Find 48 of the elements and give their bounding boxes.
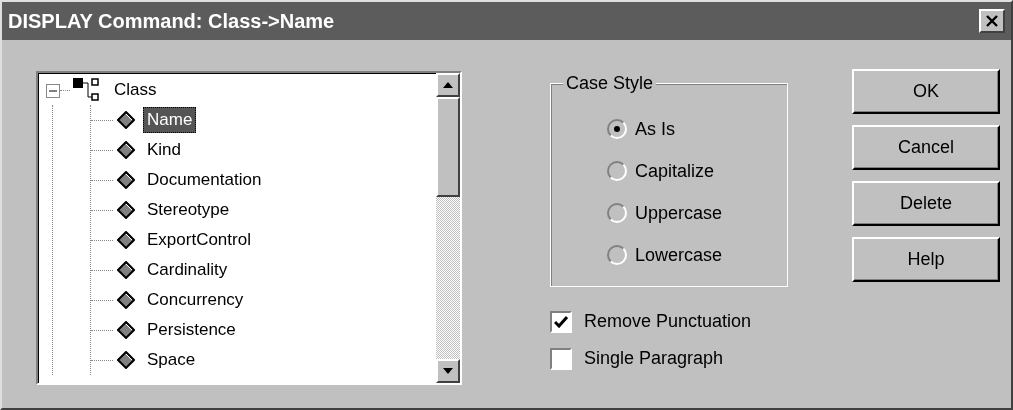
tree-item[interactable]: Cardinality bbox=[143, 257, 232, 283]
close-button[interactable] bbox=[979, 9, 1005, 33]
option-label[interactable]: Uppercase bbox=[635, 199, 723, 227]
diamond-icon bbox=[117, 111, 135, 129]
dialog-button[interactable]: Help bbox=[852, 237, 1000, 282]
tree-item[interactable]: Kind bbox=[143, 137, 186, 163]
tree-item[interactable]: Concurrency bbox=[143, 287, 248, 313]
diamond-icon bbox=[117, 291, 135, 309]
radio-button[interactable] bbox=[607, 245, 627, 265]
checkbox-label[interactable]: Single Paragraph bbox=[584, 345, 724, 372]
scroll-up-button[interactable] bbox=[436, 73, 460, 97]
collapse-icon[interactable] bbox=[46, 83, 60, 98]
tree-view[interactable]: Class Name Kind Documentation Stereotype ExportControl Cardinality Concurrency Persistence Space bbox=[36, 71, 462, 385]
checkbox[interactable] bbox=[550, 310, 572, 333]
dialog-button[interactable]: Delete bbox=[852, 181, 1000, 226]
radio-button[interactable] bbox=[607, 161, 627, 181]
checkbox-label[interactable]: Remove Punctuation bbox=[584, 308, 752, 335]
option-label[interactable]: Lowercase bbox=[635, 241, 723, 269]
option-label[interactable]: Capitalize bbox=[635, 157, 715, 185]
window-title: DISPLAY Command: Class->Name bbox=[8, 9, 335, 34]
diamond-icon bbox=[117, 141, 135, 159]
radio-button[interactable] bbox=[607, 203, 627, 223]
checkbox[interactable] bbox=[550, 347, 572, 370]
diamond-icon bbox=[117, 261, 135, 279]
tree-item[interactable]: Space bbox=[143, 347, 200, 373]
diamond-icon bbox=[117, 321, 135, 339]
tree-item[interactable]: ExportControl bbox=[143, 227, 255, 253]
dialog-button[interactable]: OK bbox=[852, 69, 1000, 114]
tree-item[interactable]: Stereotype bbox=[143, 197, 234, 223]
class-icon bbox=[72, 77, 102, 103]
diamond-icon bbox=[117, 231, 135, 249]
scroll-down-button[interactable] bbox=[436, 359, 460, 383]
dialog-button[interactable]: Cancel bbox=[852, 125, 1000, 170]
tree-item[interactable]: Class bbox=[110, 77, 161, 103]
tree-item[interactable]: Documentation bbox=[143, 167, 266, 193]
diamond-icon bbox=[117, 351, 135, 369]
radio-button[interactable] bbox=[607, 119, 627, 139]
down-arrow-icon bbox=[443, 368, 453, 374]
up-arrow-icon bbox=[443, 82, 453, 88]
scrollbar[interactable] bbox=[436, 73, 460, 383]
checkmark-icon bbox=[554, 315, 568, 328]
diamond-icon bbox=[117, 201, 135, 219]
close-icon bbox=[985, 15, 999, 27]
scroll-thumb[interactable] bbox=[436, 97, 460, 197]
option-label[interactable]: As Is bbox=[635, 115, 675, 143]
diamond-icon bbox=[117, 171, 135, 189]
tree-item[interactable]: Name bbox=[143, 107, 197, 133]
tree-item[interactable]: Persistence bbox=[143, 317, 240, 343]
